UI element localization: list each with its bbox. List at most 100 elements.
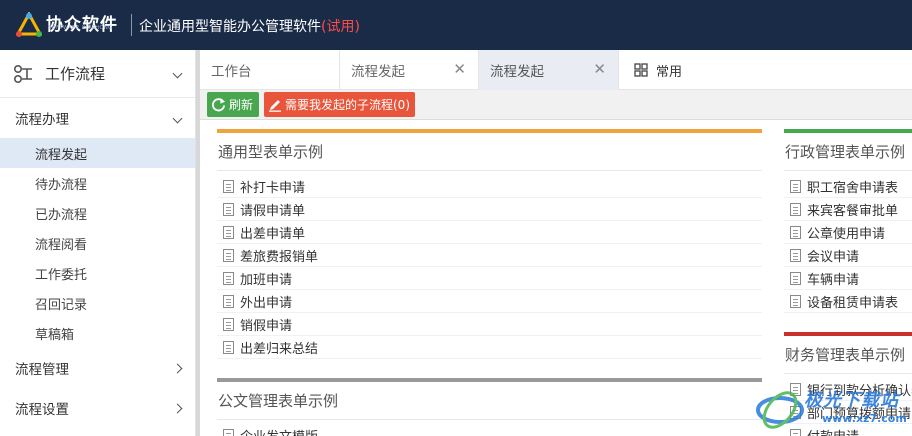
list-item[interactable]: 职工宿舍申请表 [784,175,912,198]
sidebar-item-drafts[interactable]: 草稿箱 [0,318,195,348]
form-link[interactable]: 外出申请 [240,292,292,311]
form-list: 补打卡申请 请假申请单 出差申请单 差旅费报销单 加班申请 外出申请 销假申请 … [217,171,762,359]
close-icon[interactable]: ✕ [593,62,606,77]
logo-subtitle: SOFTWARE XIEZHONG [48,25,113,31]
form-link[interactable]: 车辆申请 [807,269,859,288]
sidebar-group-label: 流程办理 [15,112,69,128]
panel-title: 财务管理表单示例 [784,336,912,374]
close-icon[interactable]: ✕ [453,62,466,77]
sidebar-group-settings[interactable]: 流程设置 [0,388,195,428]
list-item[interactable]: 企业发文模版 [217,424,762,436]
form-link[interactable]: 补打卡申请 [240,177,305,196]
panel-title: 通用型表单示例 [217,133,762,171]
tab-start-flow-1[interactable]: 流程发起 ✕ [340,50,479,90]
form-list: 企业发文模版 [217,420,762,436]
app-title: 企业通用型智能办公管理软件(试用) [139,16,360,36]
list-item[interactable]: 加班申请 [217,267,762,290]
form-link[interactable]: 职工宿舍申请表 [807,177,898,196]
watermark-text: 极光下载站 [804,390,899,411]
chevron-right-icon [172,403,183,413]
sidebar-item-label: 工作委托 [35,267,88,283]
document-icon [223,271,234,285]
list-item[interactable]: 补打卡申请 [217,175,762,198]
panel-admin: 行政管理表单示例 职工宿舍申请表 来宾客餐审批单 公章使用申请 会议申请 车辆申… [784,129,912,313]
document-icon [223,248,234,262]
refresh-label: 刷新 [229,98,254,112]
sidebar-item-label: 草稿箱 [35,327,75,343]
sidebar-group-process[interactable]: 流程办理 [0,98,195,138]
list-item[interactable]: 车辆申请 [784,267,912,290]
form-link[interactable]: 设备租赁申请表 [807,292,898,311]
list-item[interactable]: 请假申请单 [217,198,762,221]
form-link[interactable]: 出差归来总结 [240,338,318,357]
form-list: 职工宿舍申请表 来宾客餐审批单 公章使用申请 会议申请 车辆申请 设备租赁申请表 [784,171,912,313]
panel-title: 公文管理表单示例 [217,382,762,420]
watermark: 极光下载站 www.xz7.com [752,382,912,436]
tab-common-label: 常用 [656,64,683,80]
sidebar-item-label: 流程发起 [35,147,88,163]
toolbar: 刷新 需要我发起的子流程(0) [200,90,912,120]
panel-general: 通用型表单示例 补打卡申请 请假申请单 出差申请单 差旅费报销单 加班申请 外出… [217,129,762,359]
pencil-icon [269,99,281,112]
sidebar-item-recall[interactable]: 召回记录 [0,288,195,318]
list-item[interactable]: 出差归来总结 [217,336,762,359]
sidebar-item-label: 待办流程 [35,177,88,193]
workflow-icon [13,64,32,83]
form-link[interactable]: 会议申请 [807,246,859,265]
sidebar-item-label: 召回记录 [35,297,88,313]
document-icon [790,294,801,308]
sidebar-item-start-flow[interactable]: 流程发起 [0,138,195,168]
sidebar-item-label: 已办流程 [35,207,88,223]
list-item[interactable]: 会议申请 [784,244,912,267]
grid-icon [634,63,648,77]
document-icon [790,248,801,262]
document-icon [223,179,234,193]
form-link[interactable]: 来宾客餐审批单 [807,200,898,219]
logo-icon [16,12,42,37]
list-item[interactable]: 设备租赁申请表 [784,290,912,313]
form-link[interactable]: 企业发文模版 [240,426,318,436]
form-link[interactable]: 出差申请单 [240,223,305,242]
sub-flows-button[interactable]: 需要我发起的子流程(0) [264,92,415,117]
form-link[interactable]: 加班申请 [240,269,292,288]
list-item[interactable]: 差旅费报销单 [217,244,762,267]
form-link[interactable]: 请假申请单 [240,200,305,219]
chevron-right-icon [172,363,183,373]
document-icon [790,179,801,193]
sidebar-item-pending[interactable]: 待办流程 [0,168,195,198]
document-icon [790,271,801,285]
list-item[interactable]: 来宾客餐审批单 [784,198,912,221]
sidebar-group-manage[interactable]: 流程管理 [0,348,195,388]
tab-workbench[interactable]: 工作台 [200,50,340,90]
refresh-icon [212,97,226,112]
document-icon [223,317,234,331]
document-icon [790,225,801,239]
sidebar-group-label: 流程设置 [15,402,69,418]
sidebar-item-done[interactable]: 已办流程 [0,198,195,228]
list-item[interactable]: 出差申请单 [217,221,762,244]
sidebar-item-read[interactable]: 流程阅看 [0,228,195,258]
trial-badge: (试用) [321,19,360,35]
list-item[interactable]: 公章使用申请 [784,221,912,244]
watermark-logo-icon [756,391,804,429]
top-bar: 协众软件 SOFTWARE XIEZHONG 企业通用型智能办公管理软件(试用) [0,0,912,50]
form-link[interactable]: 销假申请 [240,315,292,334]
list-item[interactable]: 销假申请 [217,313,762,336]
header-divider [131,14,132,36]
tab-start-flow-2[interactable]: 流程发起 ✕ [479,50,619,90]
form-link[interactable]: 公章使用申请 [807,223,885,242]
form-link[interactable]: 差旅费报销单 [240,246,318,265]
app-title-text: 企业通用型智能办公管理软件 [139,19,321,35]
sidebar-section-header[interactable]: 工作流程 [0,50,195,98]
tab-common[interactable]: 常用 [634,50,682,90]
sub-flows-label: 需要我发起的子流程(0) [285,98,410,112]
panel-title: 行政管理表单示例 [784,133,912,171]
document-icon [223,294,234,308]
document-icon [790,202,801,216]
document-icon [223,202,234,216]
panel-official: 公文管理表单示例 企业发文模版 [217,378,762,436]
list-item[interactable]: 外出申请 [217,290,762,313]
refresh-button[interactable]: 刷新 [207,92,259,117]
sidebar-item-delegate[interactable]: 工作委托 [0,258,195,288]
chevron-down-icon [172,68,183,79]
